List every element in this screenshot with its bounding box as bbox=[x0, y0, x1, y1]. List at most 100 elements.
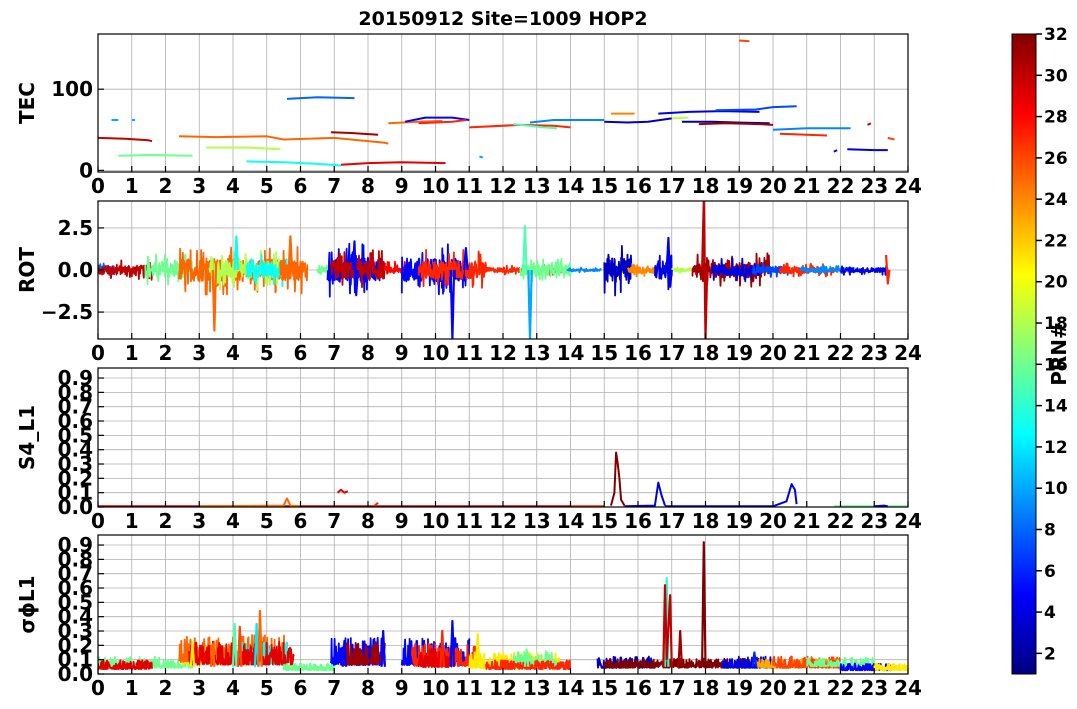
x-tick-label: 23 bbox=[860, 509, 888, 533]
x-tick-label: 21 bbox=[793, 509, 821, 533]
subplots: 0 1 2 3 4 5 6 7 8 9 10 11 12 13 14 15 16 17 18 19 20 21 22 23 24… bbox=[15, 33, 922, 700]
series-line-prn-4 bbox=[874, 504, 889, 507]
x-tick-label: 22 bbox=[827, 341, 855, 365]
x-tick-label: 7 bbox=[327, 676, 341, 700]
series-line-prn-5 bbox=[833, 149, 838, 153]
series-line-prn-18 bbox=[671, 116, 689, 120]
colorbar-tick-label: 30 bbox=[1044, 66, 1068, 86]
x-tick-label: 3 bbox=[192, 174, 206, 198]
x-tick-label: 19 bbox=[725, 174, 753, 198]
series-line-prn-26 bbox=[739, 39, 750, 43]
series-line-prn-9 bbox=[529, 119, 605, 124]
x-tick-label: 3 bbox=[192, 509, 206, 533]
x-tick-label: 8 bbox=[361, 341, 375, 365]
y-tick-label: 0.9 bbox=[58, 366, 93, 390]
x-tick-label: 20 bbox=[759, 341, 787, 365]
series-line-prn-4 bbox=[658, 110, 760, 115]
series-line-prn-9 bbox=[772, 127, 851, 131]
x-tick-label: 15 bbox=[590, 676, 618, 700]
x-tick-label: 13 bbox=[523, 509, 551, 533]
x-tick-label: 6 bbox=[294, 341, 308, 365]
colorbar-tick-label: 22 bbox=[1044, 231, 1068, 251]
x-tick-label: 6 bbox=[294, 509, 308, 533]
series-noise-prn-24 bbox=[627, 263, 656, 278]
series-line-prn-7 bbox=[715, 105, 797, 112]
x-tick-label: 4 bbox=[226, 174, 240, 198]
series-spike-prn-10 bbox=[527, 269, 533, 339]
x-tick-label: 12 bbox=[489, 174, 517, 198]
colorbar-gradient bbox=[1011, 33, 1037, 675]
x-tick-label: 17 bbox=[658, 341, 686, 365]
x-tick-label: 24 bbox=[894, 341, 922, 365]
colorbar-label: PRN# bbox=[1047, 322, 1071, 386]
x-tick-label: 17 bbox=[658, 174, 686, 198]
x-tick-label: 16 bbox=[624, 676, 652, 700]
x-tick-label: 21 bbox=[793, 341, 821, 365]
series-line-prn-18 bbox=[206, 146, 281, 151]
x-tick-label: 19 bbox=[725, 341, 753, 365]
series-noise-prn-30 bbox=[98, 259, 153, 281]
x-tick-label: 1 bbox=[125, 174, 139, 198]
x-tick-label: 14 bbox=[557, 676, 585, 700]
series-line-prn-25 bbox=[178, 135, 389, 145]
y-axis-label: S4_L1 bbox=[15, 405, 39, 470]
x-tick-label: 22 bbox=[827, 509, 855, 533]
series-line-prn-30 bbox=[867, 122, 872, 126]
x-tick-label: 23 bbox=[860, 676, 888, 700]
series-line-prn-32 bbox=[610, 451, 626, 507]
y-tick-label: 0.9 bbox=[58, 533, 93, 557]
series-line-prn-8 bbox=[286, 96, 355, 100]
colorbar-tick-label: 6 bbox=[1044, 562, 1056, 582]
x-tick-label: 8 bbox=[361, 174, 375, 198]
x-tick-label: 10 bbox=[422, 509, 450, 533]
x-tick-label: 12 bbox=[489, 509, 517, 533]
x-tick-label: 8 bbox=[361, 509, 375, 533]
x-tick-label: 0 bbox=[91, 676, 105, 700]
x-tick-label: 19 bbox=[725, 509, 753, 533]
colorbar-tick-label: 32 bbox=[1044, 25, 1068, 45]
y-tick-label: 100 bbox=[51, 77, 93, 101]
series-noise-prn-27 bbox=[417, 248, 487, 289]
x-tick-label: 5 bbox=[260, 341, 274, 365]
x-tick-label: 21 bbox=[793, 174, 821, 198]
series-line-prn-29 bbox=[340, 161, 446, 166]
x-tick-label: 11 bbox=[455, 676, 483, 700]
y-tick-label: 2.5 bbox=[58, 216, 93, 240]
x-tick-label: 15 bbox=[590, 509, 618, 533]
colorbar-tick-label: 12 bbox=[1044, 438, 1068, 458]
y-tick-label: 0 bbox=[79, 158, 93, 182]
x-tick-label: 21 bbox=[793, 676, 821, 700]
gridlines bbox=[97, 34, 909, 172]
x-tick-label: 13 bbox=[523, 174, 551, 198]
x-tick-label: 17 bbox=[658, 676, 686, 700]
x-tick-label: 23 bbox=[860, 341, 888, 365]
subplot-tec: 0 1 2 3 4 5 6 7 8 9 10 11 12 13 14 15 16 17 18 19 20 21 22 23 24… bbox=[15, 33, 922, 198]
colorbar-tick-label: 20 bbox=[1044, 273, 1068, 293]
y-axis-label: TEC bbox=[15, 82, 39, 124]
subplot-rot: 0 1 2 3 4 5 6 7 8 9 10 11 12 13 14 15 16 17 18 19 20 21 22 23 24… bbox=[15, 200, 922, 365]
x-tick-label: 3 bbox=[192, 676, 206, 700]
x-tick-label: 15 bbox=[590, 174, 618, 198]
x-tick-label: 9 bbox=[395, 676, 409, 700]
x-tick-label: 24 bbox=[894, 509, 922, 533]
x-tick-label: 2 bbox=[159, 174, 173, 198]
x-tick-label: 12 bbox=[489, 341, 517, 365]
y-axis-label: ROT bbox=[15, 247, 39, 293]
x-tick-label: 7 bbox=[327, 174, 341, 198]
x-tick-label: 1 bbox=[125, 509, 139, 533]
colorbar-tick-label: 4 bbox=[1044, 603, 1056, 623]
series-line-prn-31 bbox=[330, 131, 379, 136]
x-tick-label: 7 bbox=[327, 509, 341, 533]
x-tick-label: 9 bbox=[395, 509, 409, 533]
x-tick-label: 11 bbox=[455, 174, 483, 198]
series-line-prn-26 bbox=[887, 136, 895, 141]
x-tick-label: 24 bbox=[894, 676, 922, 700]
x-tick-label: 10 bbox=[422, 174, 450, 198]
colorbar-tick-label: 8 bbox=[1044, 520, 1056, 540]
x-tick-label: 19 bbox=[725, 676, 753, 700]
x-tick-label: 13 bbox=[523, 341, 551, 365]
colorbar: 2468101214161820222426283032 PRN# bbox=[1011, 25, 1071, 675]
series-line-prn-4 bbox=[624, 481, 666, 507]
x-tick-label: 22 bbox=[827, 174, 855, 198]
x-tick-label: 2 bbox=[159, 676, 173, 700]
